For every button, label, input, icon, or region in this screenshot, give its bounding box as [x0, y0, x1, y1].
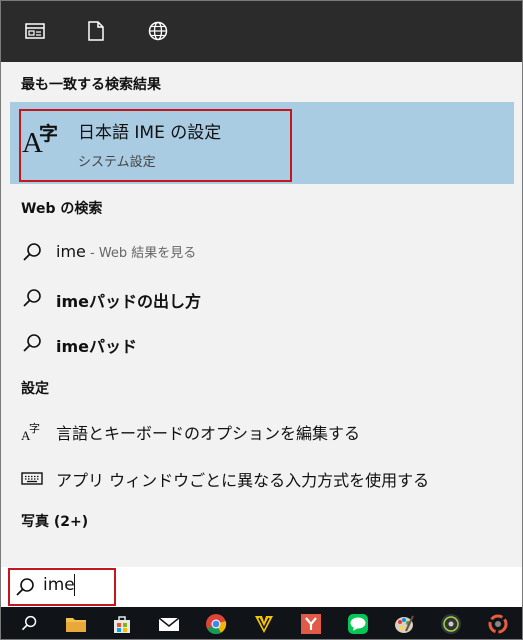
- web-result-main: imeパッド: [56, 337, 138, 356]
- vivaldi-icon[interactable]: [251, 611, 277, 637]
- setting-label: 言語とキーボードのオプションを編集する: [56, 424, 361, 443]
- photos-header: 写真 (2+): [21, 514, 89, 530]
- taskbar: [1, 607, 522, 639]
- web-result-ime[interactable]: ime - Web 結果を見る: [1, 234, 522, 270]
- web-result-ime-pad[interactable]: imeパッド: [1, 325, 522, 361]
- setting-label: アプリ ウィンドウごとに異なる入力方式を使用する: [56, 471, 430, 490]
- best-match-subtitle: システム設定: [78, 155, 156, 170]
- search-icon[interactable]: [16, 611, 42, 637]
- svg-text:字: 字: [29, 421, 40, 435]
- chrome-icon[interactable]: [203, 611, 229, 637]
- search-icon: [23, 289, 41, 307]
- search-highlight-outline: [8, 568, 116, 606]
- file-explorer-icon[interactable]: [63, 611, 89, 637]
- setting-per-app-input-method[interactable]: アプリ ウィンドウごとに異なる入力方式を使用する: [1, 459, 522, 495]
- globe-icon[interactable]: [143, 16, 173, 46]
- yahoo-icon[interactable]: [298, 611, 324, 637]
- best-match-title: 日本語 IME の設定: [78, 123, 222, 143]
- search-icon: [23, 243, 41, 261]
- settings-header: 設定: [21, 381, 49, 397]
- filter-toolbar: [1, 1, 522, 62]
- best-match-header: 最も一致する検索結果: [21, 77, 161, 93]
- web-result-main: ime: [56, 242, 86, 261]
- web-result-hint: - Web 結果を見る: [85, 246, 197, 261]
- line-icon[interactable]: [345, 611, 371, 637]
- mail-icon[interactable]: [156, 611, 182, 637]
- language-icon: A 字: [21, 421, 40, 442]
- start-search-panel: 最も一致する検索結果 A 字 日本語 IME の設定 システム設定 Web の検…: [0, 0, 523, 640]
- store-icon[interactable]: [109, 611, 135, 637]
- web-result-main: imeパッドの出し方: [56, 292, 202, 311]
- keyboard-icon: [21, 472, 43, 485]
- ime-language-icon-ji: 字: [39, 123, 59, 145]
- web-search-header: Web の検索: [21, 201, 103, 217]
- refresh-app-icon[interactable]: [485, 611, 511, 637]
- search-icon: [23, 334, 41, 352]
- setting-language-keyboard-options[interactable]: A 字 言語とキーボードのオプションを編集する: [1, 412, 522, 448]
- paint-icon[interactable]: [391, 611, 417, 637]
- document-icon[interactable]: [81, 16, 111, 46]
- disc-icon[interactable]: [438, 611, 464, 637]
- web-result-ime-pad-howto[interactable]: imeパッドの出し方: [1, 280, 522, 316]
- newsfeed-icon[interactable]: [20, 16, 50, 46]
